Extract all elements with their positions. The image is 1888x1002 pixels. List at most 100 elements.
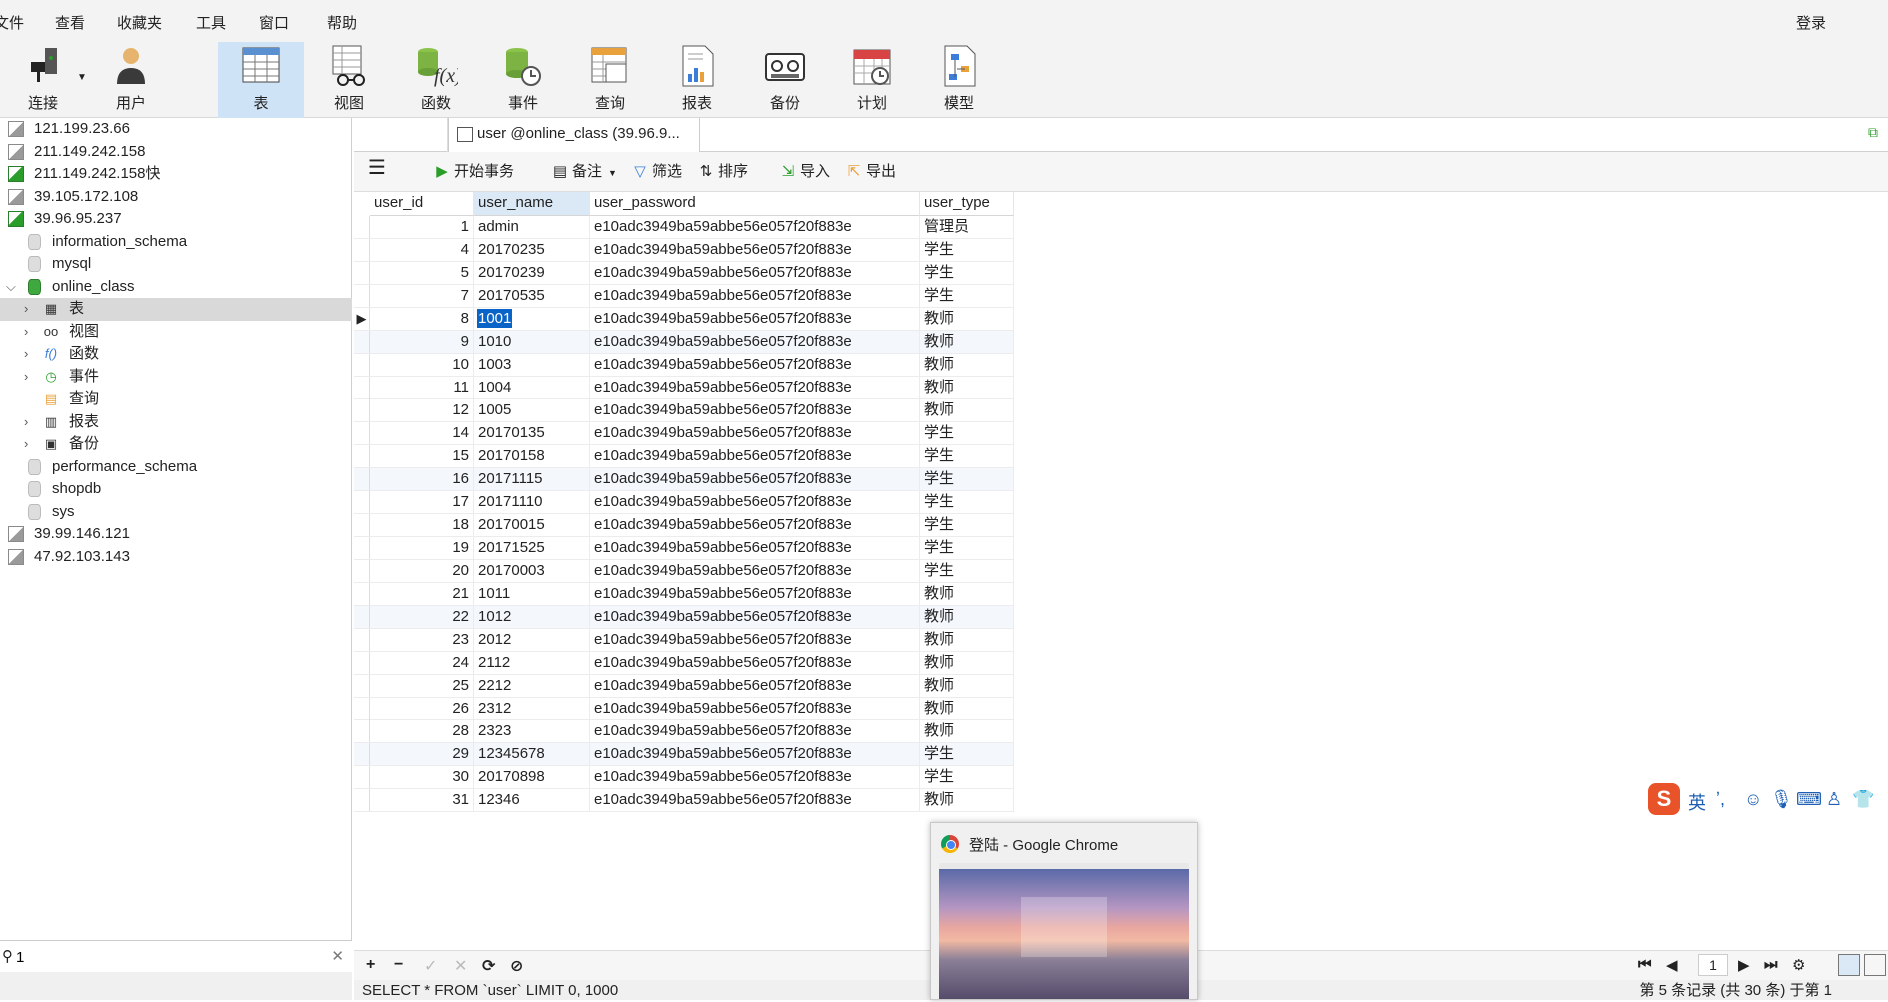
cell-user-id[interactable]: 25 bbox=[370, 674, 474, 697]
column-header-user-password[interactable]: user_password bbox=[590, 192, 920, 216]
begin-transaction-button[interactable]: ▶ 开始事务 bbox=[434, 162, 514, 182]
cell-user-type[interactable]: 教师 bbox=[920, 651, 1014, 674]
cell-user-name[interactable]: 20170135 bbox=[474, 422, 590, 445]
cell-user-id[interactable]: 29 bbox=[370, 743, 474, 766]
cell-user-password[interactable]: e10adc3949ba59abbe56e057f20f883e bbox=[590, 582, 920, 605]
column-header-user-id[interactable]: user_id bbox=[370, 192, 474, 216]
cell-user-password[interactable]: e10adc3949ba59abbe56e057f20f883e bbox=[590, 261, 920, 284]
table-row[interactable]: 14 20170135 e10adc3949ba59abbe56e057f20f88… bbox=[354, 422, 1014, 446]
table-row[interactable]: 22 1012 e10adc3949ba59abbe56e057f20f883e 教师 bbox=[354, 605, 1014, 629]
table-row[interactable]: 9 1010 e10adc3949ba59abbe56e057f20f883e 教师 bbox=[354, 330, 1014, 354]
cell-user-password[interactable]: e10adc3949ba59abbe56e057f20f883e bbox=[590, 514, 920, 537]
cell-user-type[interactable]: 学生 bbox=[920, 284, 1014, 307]
cell-user-password[interactable]: e10adc3949ba59abbe56e057f20f883e bbox=[590, 238, 920, 261]
cell-user-name[interactable]: 1005 bbox=[474, 399, 590, 422]
table-row[interactable]: 18 20170015 e10adc3949ba59abbe56e057f20f88… bbox=[354, 514, 1014, 537]
row-indicator[interactable] bbox=[354, 399, 370, 422]
table-row[interactable]: 17 20171110 e10adc3949ba59abbe56e057f20f88… bbox=[354, 491, 1014, 515]
cell-user-type[interactable]: 教师 bbox=[920, 789, 1014, 812]
tree-item-functions[interactable]: › f() 函数 bbox=[0, 343, 352, 366]
cell-user-type[interactable]: 学生 bbox=[920, 422, 1014, 445]
cell-user-password[interactable]: e10adc3949ba59abbe56e057f20f883e bbox=[590, 789, 920, 812]
cell-user-id[interactable]: 24 bbox=[370, 651, 474, 674]
cell-user-id[interactable]: 4 bbox=[370, 238, 474, 261]
cell-user-type[interactable]: 教师 bbox=[920, 697, 1014, 720]
row-indicator[interactable] bbox=[354, 216, 370, 238]
cell-user-name[interactable]: 2323 bbox=[474, 720, 590, 743]
skin-icon[interactable]: 👕 bbox=[1852, 789, 1874, 810]
previous-page-icon[interactable]: ◀ bbox=[1666, 956, 1678, 974]
cell-user-id[interactable]: 20 bbox=[370, 559, 474, 582]
row-indicator[interactable] bbox=[354, 514, 370, 537]
cell-user-id[interactable]: 1 bbox=[370, 216, 474, 238]
menu-view[interactable]: 查看 bbox=[55, 12, 85, 33]
tree-item-database[interactable]: performance_schema bbox=[0, 456, 352, 479]
chrome-window-preview[interactable]: 登陆 - Google Chrome bbox=[930, 822, 1198, 1000]
sort-button[interactable]: ⇅ 排序 bbox=[698, 162, 748, 182]
table-row[interactable]: 12 1005 e10adc3949ba59abbe56e057f20f883e 教师 bbox=[354, 399, 1014, 423]
table-row[interactable]: 16 20171115 e10adc3949ba59abbe56e057f20f88… bbox=[354, 468, 1014, 492]
table-row[interactable]: 25 2212 e10adc3949ba59abbe56e057f20f883e 教师 bbox=[354, 674, 1014, 698]
table-row[interactable]: 24 2112 e10adc3949ba59abbe56e057f20f883e 教师 bbox=[354, 651, 1014, 675]
cell-user-type[interactable]: 学生 bbox=[920, 559, 1014, 582]
row-indicator[interactable] bbox=[354, 697, 370, 720]
row-indicator[interactable] bbox=[354, 537, 370, 560]
cell-user-type[interactable]: 教师 bbox=[920, 399, 1014, 422]
cell-user-password[interactable]: e10adc3949ba59abbe56e057f20f883e bbox=[590, 422, 920, 445]
model-button[interactable]: 模型 bbox=[916, 42, 1002, 118]
chevron-down-icon[interactable]: ▼ bbox=[608, 168, 617, 178]
tab-settings-icon[interactable]: ⧉ bbox=[1868, 124, 1888, 144]
punctuation-icon[interactable]: ʼ, bbox=[1716, 789, 1725, 810]
schedule-button[interactable]: 计划 bbox=[829, 42, 915, 118]
chevron-right-icon[interactable]: › bbox=[24, 433, 28, 455]
tree-item-connection[interactable]: 39.105.172.108 bbox=[0, 186, 352, 209]
cell-user-id[interactable]: 21 bbox=[370, 582, 474, 605]
table-row[interactable]: 19 20171525 e10adc3949ba59abbe56e057f20f88… bbox=[354, 537, 1014, 560]
cell-user-password[interactable]: e10adc3949ba59abbe56e057f20f883e bbox=[590, 605, 920, 628]
cell-user-type[interactable]: 学生 bbox=[920, 261, 1014, 284]
row-indicator[interactable] bbox=[354, 651, 370, 674]
tree-item-connection[interactable]: 39.96.95.237 bbox=[0, 208, 352, 231]
cell-user-type[interactable]: 学生 bbox=[920, 445, 1014, 468]
function-button[interactable]: f(x) 函数 bbox=[393, 42, 479, 118]
cell-user-id[interactable]: 12 bbox=[370, 399, 474, 422]
row-indicator[interactable] bbox=[354, 284, 370, 307]
cell-user-password[interactable]: e10adc3949ba59abbe56e057f20f883e bbox=[590, 743, 920, 766]
cell-user-type[interactable]: 学生 bbox=[920, 766, 1014, 789]
cell-user-password[interactable]: e10adc3949ba59abbe56e057f20f883e bbox=[590, 307, 920, 330]
cell-user-name[interactable]: 1004 bbox=[474, 376, 590, 399]
close-icon[interactable]: ✕ bbox=[331, 947, 344, 965]
tree-item-database[interactable]: ⌵ online_class bbox=[0, 276, 352, 299]
cell-user-name[interactable]: 20170003 bbox=[474, 559, 590, 582]
cell-user-password[interactable]: e10adc3949ba59abbe56e057f20f883e bbox=[590, 376, 920, 399]
row-indicator[interactable] bbox=[354, 353, 370, 376]
table-row[interactable]: 1 admin e10adc3949ba59abbe56e057f20f883e 管理… bbox=[354, 216, 1014, 239]
cell-user-id[interactable]: 31 bbox=[370, 789, 474, 812]
tree-item-database[interactable]: mysql bbox=[0, 253, 352, 276]
row-indicator[interactable] bbox=[354, 491, 370, 514]
discard-changes-button[interactable]: ✕ bbox=[454, 956, 467, 976]
table-row[interactable]: 5 20170239 e10adc3949ba59abbe56e057f20f883… bbox=[354, 261, 1014, 285]
cell-user-id[interactable]: 17 bbox=[370, 491, 474, 514]
table-row[interactable]: 29 12345678 e10adc3949ba59abbe56e057f20f88… bbox=[354, 743, 1014, 767]
cell-user-password[interactable]: e10adc3949ba59abbe56e057f20f883e bbox=[590, 559, 920, 582]
row-indicator[interactable] bbox=[354, 261, 370, 284]
row-indicator[interactable] bbox=[354, 605, 370, 628]
cell-user-name[interactable]: admin bbox=[474, 216, 590, 238]
cell-user-type[interactable]: 教师 bbox=[920, 330, 1014, 353]
cell-user-id[interactable]: 7 bbox=[370, 284, 474, 307]
export-button[interactable]: ⇱ 导出 bbox=[846, 162, 896, 182]
table-row[interactable]: 15 20170158 e10adc3949ba59abbe56e057f20f88… bbox=[354, 445, 1014, 469]
table-row[interactable]: 28 2323 e10adc3949ba59abbe56e057f20f883e 教师 bbox=[354, 720, 1014, 744]
query-button[interactable]: 查询 bbox=[567, 42, 653, 118]
chevron-right-icon[interactable]: › bbox=[24, 411, 28, 433]
cell-user-type[interactable]: 教师 bbox=[920, 376, 1014, 399]
first-page-icon[interactable]: ⏮ bbox=[1638, 956, 1652, 973]
cell-user-name[interactable]: 20170235 bbox=[474, 238, 590, 261]
event-button[interactable]: 事件 bbox=[480, 42, 566, 118]
tab-objects[interactable] bbox=[356, 118, 448, 152]
row-indicator[interactable] bbox=[354, 582, 370, 605]
gear-icon[interactable]: ⚙ bbox=[1792, 956, 1805, 974]
cell-user-password[interactable]: e10adc3949ba59abbe56e057f20f883e bbox=[590, 537, 920, 560]
sogou-logo-icon[interactable]: S bbox=[1648, 783, 1680, 815]
